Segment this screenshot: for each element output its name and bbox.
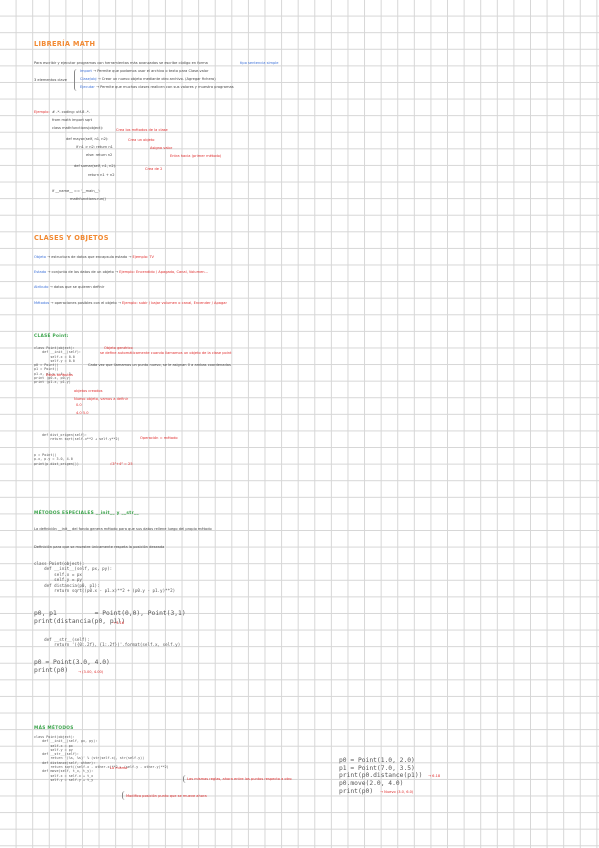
section-title-especiales: MÉTODOS ESPECIALES __init__ y __str__ xyxy=(34,511,139,516)
mas-metodos-note-2: Las mismas reglas, ahora entre los punto… xyxy=(187,777,292,781)
example-line-4: def mayor(self, n1, n2): xyxy=(66,137,109,141)
mas-metodos-note-3: Modifica posición punto que se mueve aho… xyxy=(126,794,207,798)
example-line-6: else: return n2 xyxy=(86,153,113,157)
math-intro-note: tipo sentencia simple xyxy=(240,61,279,65)
math-modules-label: 3 elementos clave xyxy=(34,78,67,82)
mas-metodos-code-left: class Point(object): def __init__(self, … xyxy=(34,735,169,782)
point-note-3: Cada vez que llamamos un punto nuevo, se… xyxy=(88,363,231,367)
point-code-2: def dist_origen(self): return sqrt(self.… xyxy=(42,433,120,442)
point-code-3: p = Point() p.x, p.y = 3.0, 4.0 print(p.… xyxy=(34,453,79,466)
example-line-8: return n1 + n2 xyxy=(88,173,115,177)
especiales-out-1: → 3.16 xyxy=(112,621,125,625)
section-title-point: CLASE Point: xyxy=(34,334,69,339)
example-line-10: mathfunctions.run() xyxy=(70,197,106,201)
concept-row-estado: Estado → conjunto de los datos de un obj… xyxy=(34,270,208,274)
point-note-7: 0.0 xyxy=(76,403,82,407)
example-line-9: if __name__ == '__main__': xyxy=(52,189,101,193)
section-title-mas-metodos: MÁS MÉTODOS xyxy=(34,726,74,731)
example-line-5: if n1 > n2: return n1 xyxy=(76,145,113,149)
example-line-3: class mathfunctions(object): xyxy=(52,126,104,130)
especiales-code: class Point(object): def __init__(self, … xyxy=(34,561,176,594)
example-note-4: Entra hacia (primer método) xyxy=(170,154,222,158)
mas-metodos-out-1: → 6.18 xyxy=(428,774,441,778)
point-note-2: se define automáticamente cuando llamamo… xyxy=(100,351,232,355)
example-line-7: def sumar(self, n1, n2): xyxy=(74,164,117,168)
example-line-2: from math import sqrt xyxy=(52,118,93,122)
section-title-clases: CLASES Y OBJETOS xyxy=(34,234,109,242)
point-note-1: Objeto genérico xyxy=(104,346,133,350)
point-code-1: class Point(object): def __init__(self):… xyxy=(34,346,81,385)
especiales-code-call: p0, p1 = Point(0,0), Point(3,1) print(di… xyxy=(34,610,186,625)
point-note-4: Estos atributos xyxy=(46,373,73,377)
math-intro-text: Para escribir y ejecutar programas con h… xyxy=(34,61,208,65)
point-note-8: 4.0 5.0 xyxy=(76,411,89,415)
module-row-2: Clase/obj → Crear un nuevo objeto median… xyxy=(80,77,216,81)
mas-metodos-out-2: → Nuevo (3.0, 6.0) xyxy=(380,790,414,794)
point-note-6: Nuevo objeto, vamos a definir xyxy=(74,397,129,401)
module-row-3: Ejecutar → Permite que muchas clases rea… xyxy=(80,85,234,89)
especiales-line-1: La definición __init__ del fondo genera … xyxy=(34,527,212,531)
example-line-1: # -*- coding: utf-8 -*- xyxy=(52,110,90,114)
example-label: Ejemplo: xyxy=(34,110,50,114)
example-note-2: Crea un objeto xyxy=(128,138,155,142)
example-note-3: Asigna valor xyxy=(150,146,173,150)
concept-row-objeto: Objeto → estructura de datos que encapsu… xyxy=(34,255,155,259)
point-note-result: √3²+4² = 25 xyxy=(110,462,133,466)
especiales-out-2: → (3.00, 4.00) xyxy=(78,670,104,674)
example-note-5: Crea de 2 xyxy=(145,167,163,171)
point-note-method: Operación = método xyxy=(140,436,178,440)
point-note-5: objetos creados xyxy=(74,389,103,393)
module-row-1: Import → Permite que podamos usar el arc… xyxy=(80,69,209,73)
section-title-math: LIBRERÍA MATH xyxy=(34,40,96,48)
example-note-1: Crea los métodos de la clase xyxy=(116,128,168,132)
modules-brace xyxy=(74,69,79,91)
especiales-code-str: def __str__(self): return '({0:.2f}, {1:… xyxy=(34,637,181,648)
concept-row-atributo: Atributo → datos que se quieren definir xyxy=(34,285,105,289)
concept-row-metodos: Métodos → operaciones posibles con el ob… xyxy=(34,301,227,305)
especiales-line-2: Definición para que se muestre únicament… xyxy=(34,545,165,549)
mas-metodos-note-1: Lo mismo xyxy=(110,766,128,770)
